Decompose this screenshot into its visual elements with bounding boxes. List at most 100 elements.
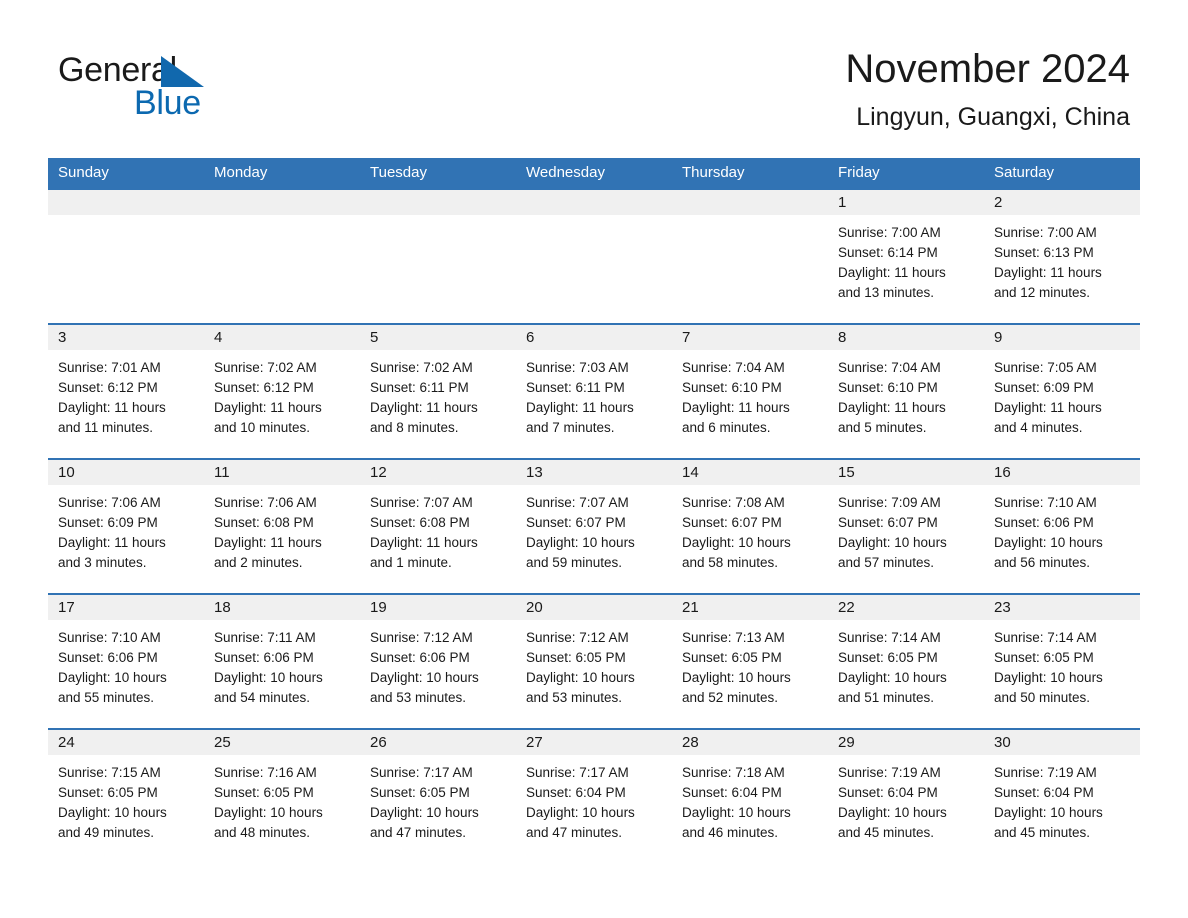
calendar-day-cell[interactable]: 13 Sunrise: 7:07 AM Sunset: 6:07 PM Dayligh… [516,458,672,594]
calendar-week-row: 10 Sunrise: 7:06 AM Sunset: 6:09 PM Dayligh… [48,458,1140,594]
day-details: Sunrise: 7:13 AM Sunset: 6:05 PM Daylight:… [672,620,828,708]
calendar-day-cell[interactable]: 23 Sunrise: 7:14 AM Sunset: 6:05 PM Dayligh… [984,593,1140,729]
general-blue-logo[interactable]: General Blue [58,52,398,142]
sunset-time: Sunset: 6:07 PM [682,515,782,530]
sunrise-time: Sunrise: 7:11 AM [214,630,316,645]
day-number: 10 [48,460,204,485]
sunset-time: Sunset: 6:07 PM [838,515,938,530]
calendar-day-cell[interactable]: 25 Sunrise: 7:16 AM Sunset: 6:05 PM Dayligh… [204,728,360,869]
calendar-day-cell[interactable]: 11 Sunrise: 7:06 AM Sunset: 6:08 PM Dayligh… [204,458,360,594]
calendar-day-cell[interactable]: 14 Sunrise: 7:08 AM Sunset: 6:07 PM Dayligh… [672,458,828,594]
calendar-day-cell[interactable]: 22 Sunrise: 7:14 AM Sunset: 6:05 PM Dayligh… [828,593,984,729]
calendar-day-cell[interactable]: 2 Sunrise: 7:00 AM Sunset: 6:13 PM Daylight… [984,188,1140,324]
calendar-day-cell[interactable]: 19 Sunrise: 7:12 AM Sunset: 6:06 PM Dayligh… [360,593,516,729]
calendar-header-row: Sunday Monday Tuesday Wednesday Thursday Frid… [48,158,1140,189]
daylight-duration-line2: and 13 minutes. [838,285,935,300]
daylight-duration-line2: and 45 minutes. [838,825,935,840]
calendar-day-cell-empty [672,188,828,324]
calendar-day-cell[interactable]: 26 Sunrise: 7:17 AM Sunset: 6:05 PM Dayligh… [360,728,516,869]
day-details: Sunrise: 7:07 AM Sunset: 6:08 PM Daylight:… [360,485,516,573]
calendar-day-cell[interactable]: 1 Sunrise: 7:00 AM Sunset: 6:14 PM Daylight… [828,188,984,324]
daylight-duration-line1: Daylight: 10 hours [838,805,947,820]
calendar-day-cell[interactable]: 20 Sunrise: 7:12 AM Sunset: 6:05 PM Dayligh… [516,593,672,729]
calendar-day-cell[interactable]: 30 Sunrise: 7:19 AM Sunset: 6:04 PM Dayligh… [984,728,1140,869]
sunset-time: Sunset: 6:06 PM [994,515,1094,530]
calendar-day-cell[interactable]: 29 Sunrise: 7:19 AM Sunset: 6:04 PM Dayligh… [828,728,984,869]
daylight-duration-line1: Daylight: 10 hours [526,805,635,820]
daylight-duration-line2: and 1 minute. [370,555,452,570]
sunrise-time: Sunrise: 7:10 AM [58,630,161,645]
calendar-day-cell[interactable]: 28 Sunrise: 7:18 AM Sunset: 6:04 PM Dayligh… [672,728,828,869]
daylight-duration-line1: Daylight: 10 hours [58,805,167,820]
weekday-header-friday: Friday [828,158,984,189]
page-header: General Blue November 2024 Lingyun, Guan… [48,44,1140,148]
day-number [516,190,672,215]
sunset-time: Sunset: 6:09 PM [994,380,1094,395]
calendar-day-cell[interactable]: 16 Sunrise: 7:10 AM Sunset: 6:06 PM Dayligh… [984,458,1140,594]
day-details: Sunrise: 7:19 AM Sunset: 6:04 PM Daylight:… [984,755,1140,843]
day-details: Sunrise: 7:18 AM Sunset: 6:04 PM Daylight:… [672,755,828,843]
daylight-duration-line2: and 46 minutes. [682,825,779,840]
sunset-time: Sunset: 6:13 PM [994,245,1094,260]
daylight-duration-line1: Daylight: 11 hours [994,400,1102,415]
daylight-duration-line1: Daylight: 11 hours [58,400,166,415]
daylight-duration-line2: and 57 minutes. [838,555,935,570]
daylight-duration-line2: and 59 minutes. [526,555,623,570]
day-number: 30 [984,730,1140,755]
sunrise-time: Sunrise: 7:02 AM [370,360,473,375]
calendar-table: Sunday Monday Tuesday Wednesday Thursday Frid… [48,158,1140,869]
calendar-day-cell[interactable]: 3 Sunrise: 7:01 AM Sunset: 6:12 PM Daylight… [48,323,204,459]
calendar-day-cell[interactable]: 10 Sunrise: 7:06 AM Sunset: 6:09 PM Dayligh… [48,458,204,594]
day-number: 9 [984,325,1140,350]
calendar-day-cell[interactable]: 18 Sunrise: 7:11 AM Sunset: 6:06 PM Dayligh… [204,593,360,729]
daylight-duration-line1: Daylight: 11 hours [838,265,946,280]
daylight-duration-line2: and 3 minutes. [58,555,147,570]
daylight-duration-line2: and 45 minutes. [994,825,1091,840]
daylight-duration-line2: and 8 minutes. [370,420,459,435]
day-number: 19 [360,595,516,620]
sunrise-time: Sunrise: 7:09 AM [838,495,941,510]
calendar-day-cell[interactable]: 21 Sunrise: 7:13 AM Sunset: 6:05 PM Dayligh… [672,593,828,729]
calendar-day-cell[interactable]: 17 Sunrise: 7:10 AM Sunset: 6:06 PM Dayligh… [48,593,204,729]
calendar-week-row: 17 Sunrise: 7:10 AM Sunset: 6:06 PM Dayligh… [48,593,1140,729]
weekday-header-tuesday: Tuesday [360,158,516,189]
sunset-time: Sunset: 6:10 PM [838,380,938,395]
day-number: 20 [516,595,672,620]
daylight-duration-line2: and 47 minutes. [526,825,623,840]
sunset-time: Sunset: 6:08 PM [214,515,314,530]
daylight-duration-line1: Daylight: 11 hours [682,400,790,415]
logo-text-blue: Blue [134,84,201,122]
calendar-day-cell[interactable]: 7 Sunrise: 7:04 AM Sunset: 6:10 PM Daylight… [672,323,828,459]
calendar-day-cell[interactable]: 24 Sunrise: 7:15 AM Sunset: 6:05 PM Dayligh… [48,728,204,869]
day-number: 29 [828,730,984,755]
calendar-day-cell[interactable]: 15 Sunrise: 7:09 AM Sunset: 6:07 PM Dayligh… [828,458,984,594]
sunrise-time: Sunrise: 7:04 AM [682,360,785,375]
daylight-duration-line2: and 55 minutes. [58,690,155,705]
daylight-duration-line2: and 53 minutes. [370,690,467,705]
calendar-day-cell[interactable]: 12 Sunrise: 7:07 AM Sunset: 6:08 PM Dayligh… [360,458,516,594]
sunset-time: Sunset: 6:05 PM [994,650,1094,665]
calendar-week-row: 24 Sunrise: 7:15 AM Sunset: 6:05 PM Dayligh… [48,728,1140,869]
day-details: Sunrise: 7:17 AM Sunset: 6:04 PM Daylight:… [516,755,672,843]
day-number: 5 [360,325,516,350]
daylight-duration-line2: and 48 minutes. [214,825,311,840]
day-number: 23 [984,595,1140,620]
day-number: 14 [672,460,828,485]
calendar-week-row: 1 Sunrise: 7:00 AM Sunset: 6:14 PM Daylight… [48,188,1140,324]
day-number [360,190,516,215]
daylight-duration-line2: and 58 minutes. [682,555,779,570]
sunset-time: Sunset: 6:11 PM [526,380,625,395]
calendar-day-cell[interactable]: 5 Sunrise: 7:02 AM Sunset: 6:11 PM Daylight… [360,323,516,459]
calendar-day-cell-empty [204,188,360,324]
day-number: 1 [828,190,984,215]
day-details: Sunrise: 7:08 AM Sunset: 6:07 PM Daylight:… [672,485,828,573]
calendar-week-row: 3 Sunrise: 7:01 AM Sunset: 6:12 PM Daylight… [48,323,1140,459]
calendar-day-cell[interactable]: 9 Sunrise: 7:05 AM Sunset: 6:09 PM Daylight… [984,323,1140,459]
sunset-time: Sunset: 6:11 PM [370,380,469,395]
calendar-day-cell[interactable]: 4 Sunrise: 7:02 AM Sunset: 6:12 PM Daylight… [204,323,360,459]
day-number: 16 [984,460,1140,485]
weekday-header-thursday: Thursday [672,158,828,189]
calendar-day-cell[interactable]: 8 Sunrise: 7:04 AM Sunset: 6:10 PM Daylight… [828,323,984,459]
calendar-day-cell[interactable]: 27 Sunrise: 7:17 AM Sunset: 6:04 PM Dayligh… [516,728,672,869]
calendar-day-cell[interactable]: 6 Sunrise: 7:03 AM Sunset: 6:11 PM Daylight… [516,323,672,459]
